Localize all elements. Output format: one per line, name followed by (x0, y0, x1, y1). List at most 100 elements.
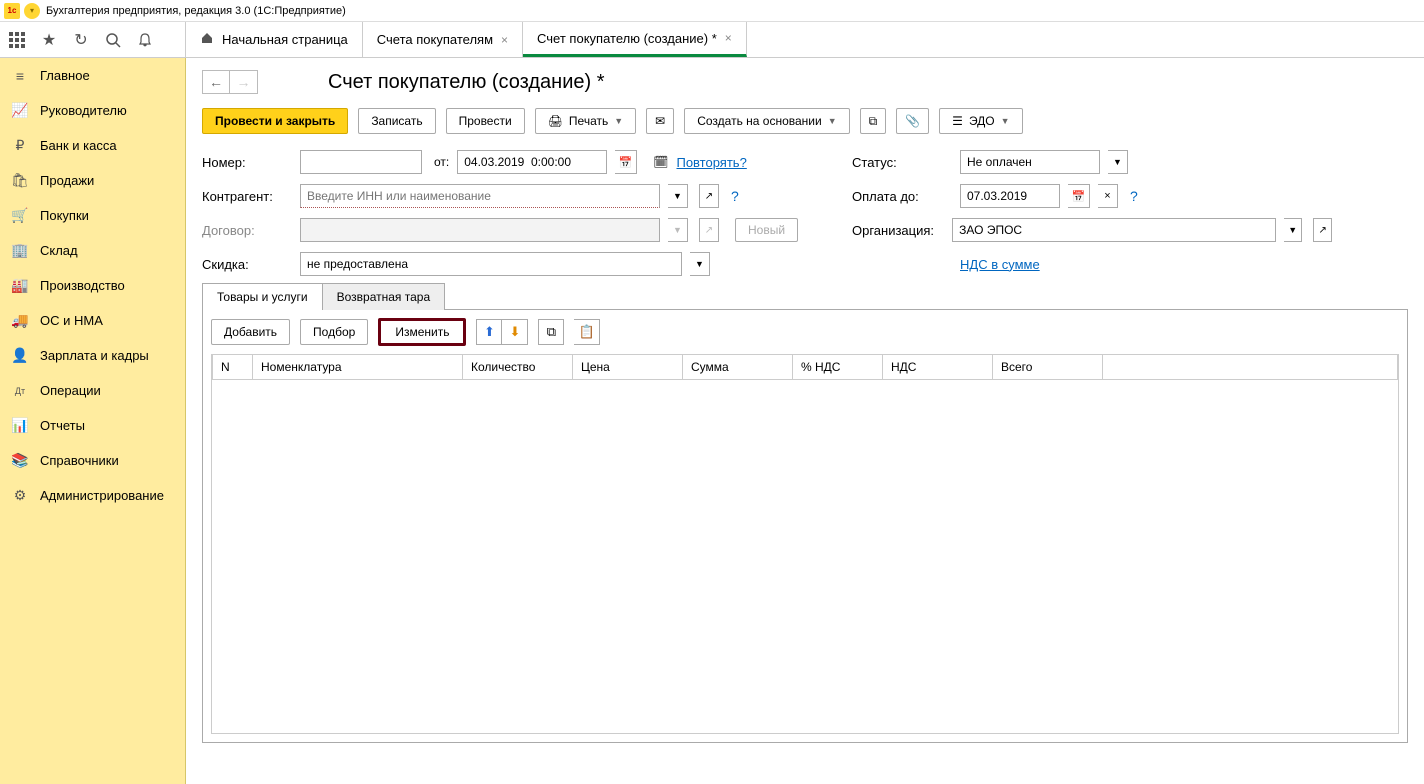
sidebar-nav: ≡Главное 📈 Руководителю ₽Банк и касса 🛍Пр… (0, 58, 186, 784)
sidebar-item-label: Отчеты (40, 418, 85, 433)
sidebar-item-purchases[interactable]: 🛒Покупки (0, 198, 185, 233)
org-field[interactable] (952, 218, 1276, 242)
sidebar-item-label: Руководителю (40, 103, 127, 118)
counterparty-open-button[interactable]: ↗ (699, 184, 719, 208)
pay-until-field[interactable] (960, 184, 1060, 208)
bag-icon: 🛍 (12, 173, 28, 189)
sidebar-item-manager[interactable]: 📈 Руководителю (0, 93, 185, 128)
person-icon: 👤 (12, 348, 28, 364)
discount-field[interactable] (300, 252, 682, 276)
sidebar-item-warehouse[interactable]: 🏢Склад (0, 233, 185, 268)
col-vat-pct[interactable]: % НДС (793, 355, 883, 380)
discount-dropdown[interactable]: ▼ (690, 252, 710, 276)
status-field[interactable] (960, 150, 1100, 174)
edo-button[interactable]: ☰ ЭДО ▼ (939, 108, 1022, 134)
email-button[interactable]: ✉ (646, 108, 674, 134)
nav-forward-button[interactable]: → (230, 70, 258, 94)
vat-mode-link[interactable]: НДС в сумме (960, 257, 1040, 272)
col-total[interactable]: Всего (993, 355, 1103, 380)
repeat-icon[interactable]: 🗓 (653, 155, 668, 169)
move-down-button[interactable]: ⬇ (502, 319, 528, 345)
table-wrap[interactable]: N Номенклатура Количество Цена Сумма % Н… (211, 354, 1399, 734)
close-icon[interactable]: × (501, 33, 508, 47)
paperclip-icon: 📎 (905, 114, 920, 128)
help-icon[interactable]: ? (1130, 188, 1138, 204)
favorites-star-icon[interactable]: ★ (40, 31, 58, 49)
contract-open-button: ↗ (699, 218, 719, 242)
col-price[interactable]: Цена (573, 355, 683, 380)
print-button[interactable]: 🖨 Печать ▼ (535, 108, 636, 134)
save-button[interactable]: Записать (358, 108, 435, 134)
sidebar-item-main[interactable]: ≡Главное (0, 58, 185, 93)
ruble-icon: ₽ (12, 138, 28, 154)
add-row-button[interactable]: Добавить (211, 319, 290, 345)
sidebar-item-label: Зарплата и кадры (40, 348, 149, 363)
counterparty-field[interactable] (300, 184, 660, 208)
pick-button[interactable]: Подбор (300, 319, 368, 345)
status-dropdown[interactable]: ▼ (1108, 150, 1128, 174)
nav-back-button[interactable]: ← (202, 70, 230, 94)
create-based-on-button[interactable]: Создать на основании ▼ (684, 108, 849, 134)
chevron-down-icon: ▼ (1001, 116, 1010, 126)
contract-dropdown: ▼ (668, 218, 688, 242)
bars-icon: 📊 (12, 418, 28, 434)
chart-icon: 📈 (12, 103, 28, 119)
sidebar-item-label: Главное (40, 68, 90, 83)
change-button[interactable]: Изменить (378, 318, 466, 346)
tab-invoices[interactable]: Счета покупателям × (363, 22, 523, 57)
col-n[interactable]: N (213, 355, 253, 380)
tab-label: Счета покупателям (377, 32, 493, 47)
window-title: Бухгалтерия предприятия, редакция 3.0 (1… (46, 5, 346, 17)
calendar-icon[interactable]: 📅 (615, 150, 637, 174)
search-icon[interactable] (104, 31, 122, 49)
factory-icon: 🏭 (12, 278, 28, 294)
col-sum[interactable]: Сумма (683, 355, 793, 380)
repeat-link[interactable]: Повторять? (676, 155, 746, 170)
copy-button[interactable]: ⧉ (538, 319, 564, 345)
org-open-button[interactable]: ↗ (1313, 218, 1332, 242)
app-dropdown-icon[interactable]: ▾ (24, 3, 40, 19)
col-nomenclature[interactable]: Номенклатура (253, 355, 463, 380)
table-header-row: N Номенклатура Количество Цена Сумма % Н… (213, 355, 1398, 380)
page-title: Счет покупателю (создание) * (328, 71, 605, 94)
move-up-button[interactable]: ⬆ (476, 319, 502, 345)
notifications-bell-icon[interactable] (136, 31, 154, 49)
structure-button[interactable]: ⧉ (860, 108, 887, 134)
paste-button[interactable]: 📋 (574, 319, 600, 345)
sidebar-item-bank[interactable]: ₽Банк и касса (0, 128, 185, 163)
post-button[interactable]: Провести (446, 108, 525, 134)
new-contract-button[interactable]: Новый (735, 218, 798, 242)
apps-grid-icon[interactable] (8, 31, 26, 49)
print-label: Печать (569, 114, 608, 128)
sidebar-item-admin[interactable]: ⚙Администрирование (0, 478, 185, 513)
col-qty[interactable]: Количество (463, 355, 573, 380)
content-area: ← → Счет покупателю (создание) * Провест… (186, 58, 1424, 784)
envelope-icon: ✉ (655, 114, 665, 128)
post-and-close-button[interactable]: Провести и закрыть (202, 108, 348, 134)
calendar-icon[interactable]: 📅 (1068, 184, 1090, 208)
sidebar-item-production[interactable]: 🏭Производство (0, 268, 185, 303)
section-tabs: Товары и услуги Возвратная тара (202, 282, 1408, 310)
sidebar-item-assets[interactable]: 🚚ОС и НМА (0, 303, 185, 338)
help-icon[interactable]: ? (731, 188, 739, 204)
sidebar-item-sales[interactable]: 🛍Продажи (0, 163, 185, 198)
sidebar-item-hr[interactable]: 👤 Зарплата и кадры (0, 338, 185, 373)
sidebar-item-operations[interactable]: ДтОперации (0, 373, 185, 408)
sidebar-item-reports[interactable]: 📊 Отчеты (0, 408, 185, 443)
history-icon[interactable]: ↻ (72, 31, 90, 49)
sectab-returnable[interactable]: Возвратная тара (323, 283, 446, 310)
col-vat[interactable]: НДС (883, 355, 993, 380)
close-icon[interactable]: × (725, 31, 732, 45)
sidebar-item-catalogs[interactable]: 📚Справочники (0, 443, 185, 478)
org-dropdown[interactable]: ▼ (1284, 218, 1303, 242)
tab-invoice-create[interactable]: Счет покупателю (создание) * × (523, 22, 747, 57)
counterparty-dropdown[interactable]: ▼ (668, 184, 688, 208)
clear-date-button[interactable]: × (1098, 184, 1118, 208)
number-field[interactable] (300, 150, 422, 174)
date-field[interactable] (457, 150, 607, 174)
sectab-goods[interactable]: Товары и услуги (202, 283, 323, 310)
printer-icon: 🖨 (548, 114, 563, 128)
sidebar-item-label: Склад (40, 243, 78, 258)
attachments-button[interactable]: 📎 (896, 108, 929, 134)
tab-home[interactable]: Начальная страница (186, 22, 363, 57)
